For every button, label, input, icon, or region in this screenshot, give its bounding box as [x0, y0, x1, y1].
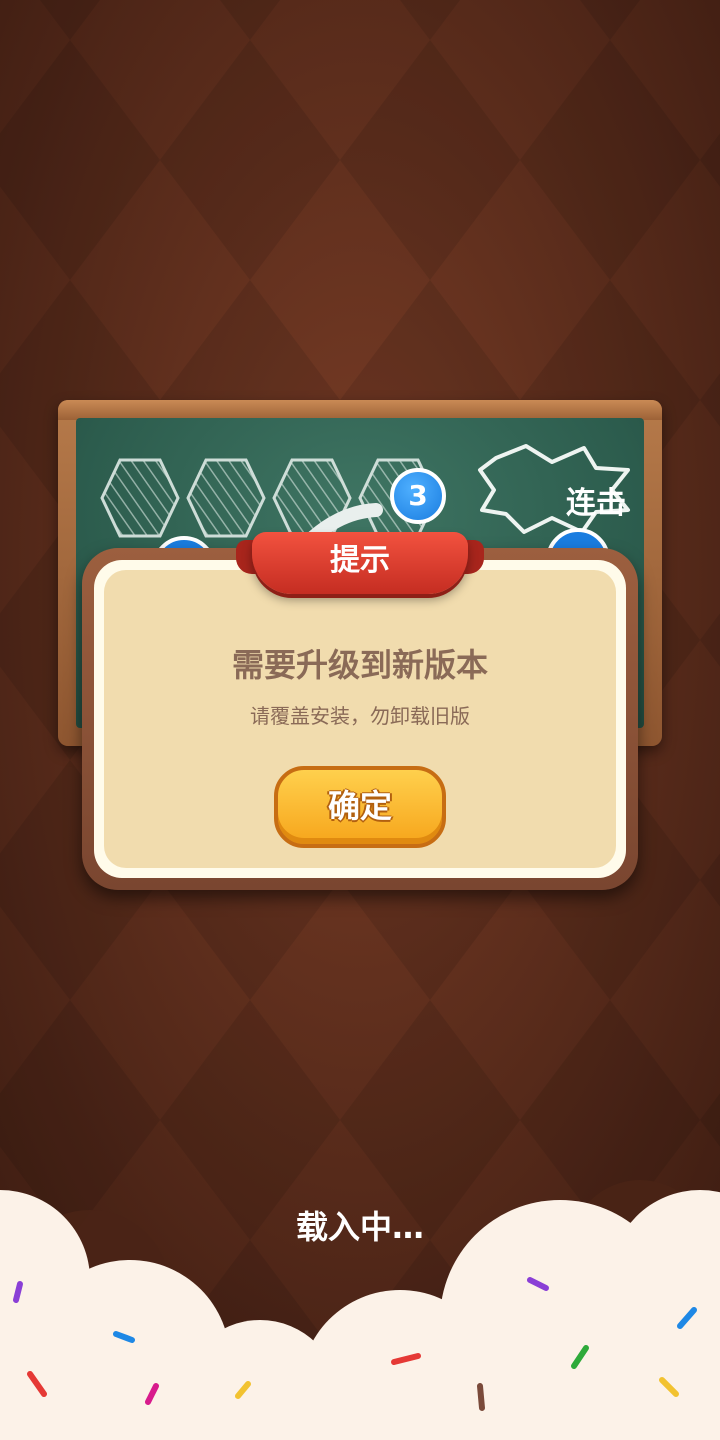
hexagon-tile	[186, 458, 266, 538]
combo-label: 连击	[566, 486, 626, 521]
hexagon-tile	[100, 458, 180, 538]
sprinkle	[13, 1281, 23, 1303]
dialog-title: 需要升级到新版本	[231, 646, 488, 684]
loading-text: 载入中…	[295, 1208, 424, 1246]
number-bubble: 3	[390, 468, 446, 524]
sprinkle	[477, 1383, 485, 1411]
dialog-message: 请覆盖安装，勿卸载旧版	[250, 704, 470, 728]
dialog-title-ribbon: 提示	[252, 532, 468, 594]
chalkboard-top-rail	[58, 400, 662, 420]
confirm-button[interactable]: 确定	[274, 766, 446, 848]
